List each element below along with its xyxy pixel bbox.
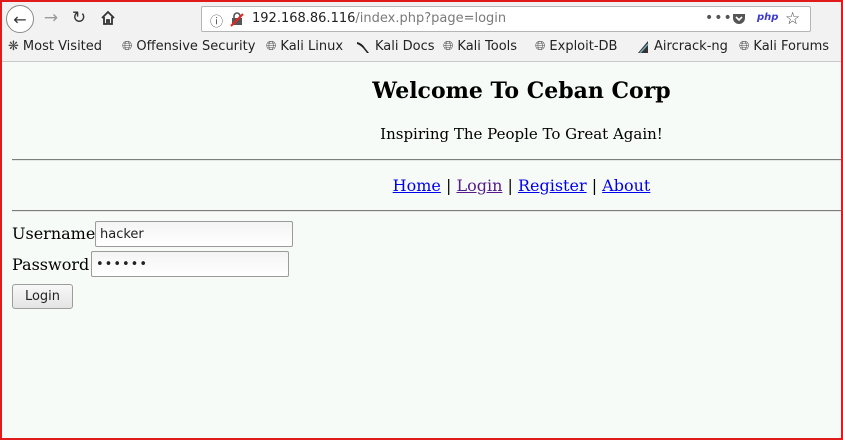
- url-host: 192.168.86.116: [252, 11, 356, 26]
- gear-icon: ❋: [8, 39, 19, 54]
- home-button[interactable]: [96, 6, 120, 30]
- bookmark-offensive-security[interactable]: 🌐︎ Offensive Security: [122, 39, 255, 54]
- bookmark-kali-docs[interactable]: Kali Docs: [356, 39, 435, 54]
- bookmark-kali-tools[interactable]: 🌐︎ Kali Tools: [443, 39, 517, 54]
- reload-button[interactable]: ↻: [68, 6, 90, 30]
- bookmarks-toolbar: ❋ Most Visited 🌐︎ Offensive Security 🌐︎ Kal…: [2, 34, 841, 62]
- password-label: Password: [12, 255, 90, 274]
- bookmark-aircrack-ng[interactable]: Aircrack-ng: [636, 39, 728, 54]
- globe-icon: 🌐︎: [266, 39, 277, 54]
- pocket-icon[interactable]: [731, 11, 747, 27]
- bookmark-label: Offensive Security: [136, 39, 256, 54]
- login-button[interactable]: Login: [12, 284, 73, 309]
- arrow-left-icon: ←: [13, 9, 27, 29]
- site-nav: Home | Login | Register | About: [2, 176, 843, 195]
- bookmark-most-visited[interactable]: ❋ Most Visited: [8, 39, 102, 54]
- nav-link-home[interactable]: Home: [393, 176, 441, 195]
- bookmark-label: Kali Linux: [280, 39, 344, 54]
- info-icon[interactable]: ⓘ: [210, 11, 223, 30]
- nav-separator: |: [445, 176, 452, 195]
- page-tagline: Inspiring The People To Great Again!: [380, 125, 663, 143]
- web-page: Welcome To Ceban Corp Inspiring The Peop…: [2, 62, 841, 438]
- url-bar[interactable]: ⓘ 192.168.86.116/index.php?page=login ••…: [201, 6, 811, 32]
- kali-dragon-icon: [357, 41, 369, 53]
- globe-icon: 🌐︎: [535, 39, 546, 54]
- php-extension-icon[interactable]: php: [757, 12, 778, 23]
- globe-icon: 🌐︎: [122, 39, 133, 54]
- bookmark-label: Kali Tools: [457, 39, 518, 54]
- bookmark-star-icon[interactable]: ☆: [785, 9, 800, 29]
- divider: [12, 159, 841, 161]
- home-icon: [101, 10, 115, 25]
- bookmark-label: Kali Docs: [375, 39, 435, 54]
- globe-icon: 🌐︎: [443, 39, 454, 54]
- bookmark-label: Most Visited: [22, 39, 103, 54]
- username-label: Username: [12, 224, 96, 243]
- nav-separator: |: [507, 176, 513, 195]
- nav-separator: |: [591, 176, 598, 195]
- nav-link-about[interactable]: About: [602, 176, 650, 195]
- back-button[interactable]: ←: [6, 5, 34, 33]
- divider: [12, 210, 841, 212]
- aircrack-icon: [638, 40, 649, 53]
- bookmark-label: Kali Forums: [753, 39, 830, 54]
- bookmark-exploit-db[interactable]: 🌐︎ Exploit-DB: [535, 39, 617, 54]
- url-text[interactable]: 192.168.86.116/index.php?page=login: [252, 11, 506, 26]
- password-input[interactable]: [91, 251, 289, 277]
- username-input[interactable]: [95, 221, 293, 247]
- globe-icon: 🌐︎: [739, 39, 750, 54]
- insecure-lock-icon[interactable]: [229, 11, 245, 27]
- bookmark-label: Exploit-DB: [549, 39, 618, 54]
- reload-icon: ↻: [71, 8, 87, 28]
- arrow-right-icon: →: [43, 8, 59, 28]
- forward-button[interactable]: →: [40, 6, 62, 30]
- page-actions-icon[interactable]: •••: [705, 10, 733, 26]
- page-title: Welcome To Ceban Corp: [372, 78, 671, 104]
- browser-toolbar: ← → ↻ ⓘ 192.168.86.116/index.php?page=lo…: [2, 2, 841, 34]
- bookmark-label: Aircrack-ng: [654, 39, 728, 54]
- bookmark-kali-linux[interactable]: 🌐︎ Kali Linux: [266, 39, 343, 54]
- url-path: /index.php?page=login: [355, 11, 507, 26]
- bookmark-kali-forums[interactable]: 🌐︎ Kali Forums: [739, 39, 829, 54]
- nav-link-register[interactable]: Register: [518, 176, 587, 195]
- nav-link-login[interactable]: Login: [456, 176, 502, 195]
